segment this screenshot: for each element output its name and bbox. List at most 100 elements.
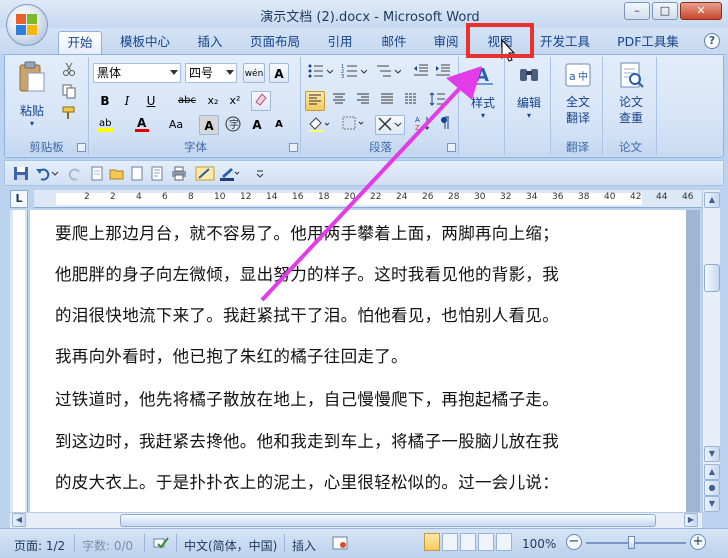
font-color-icon[interactable]: A — [131, 115, 155, 135]
clipboard-launcher[interactable] — [77, 143, 86, 152]
font-size-combo[interactable]: 四号 — [185, 63, 237, 83]
page-indicator[interactable]: 页面: 1/2 — [14, 537, 65, 554]
change-case-button[interactable]: Aa — [163, 115, 189, 135]
word-count[interactable]: 字数: 0/0 — [82, 537, 133, 554]
print-layout-view-icon[interactable] — [424, 533, 440, 551]
superscript-button[interactable]: x² — [225, 91, 245, 111]
page-icon[interactable] — [129, 166, 145, 181]
zoom-slider[interactable] — [586, 542, 686, 544]
align-left-icon[interactable] — [305, 91, 325, 111]
save-icon[interactable] — [13, 166, 29, 181]
chinese-layout-icon[interactable] — [375, 115, 405, 135]
editing-button[interactable]: 编辑 ▾ — [509, 61, 549, 131]
customize-toolbar-icon[interactable] — [255, 166, 265, 181]
line-spacing-icon[interactable] — [427, 91, 455, 111]
macro-record-icon[interactable] — [332, 535, 348, 551]
shading-icon[interactable] — [305, 115, 333, 135]
cut-icon[interactable] — [59, 61, 79, 81]
tab-references[interactable]: 引用 — [320, 31, 360, 54]
tab-insert[interactable]: 插入 — [190, 31, 230, 54]
close-button[interactable]: ✕ — [680, 2, 722, 20]
borders-icon[interactable] — [339, 115, 367, 135]
paper-check-button[interactable]: 论文 查重 — [609, 61, 653, 137]
scroll-right-icon[interactable]: ▶ — [684, 513, 698, 527]
previous-page-icon[interactable]: ▲ — [704, 464, 720, 480]
align-center-icon[interactable] — [329, 91, 349, 111]
align-right-icon[interactable] — [353, 91, 373, 111]
open-icon[interactable] — [109, 166, 125, 181]
enclose-characters-icon[interactable]: 字 — [223, 115, 243, 135]
language-indicator[interactable]: 中文(简体，中国) — [184, 537, 277, 554]
tab-home[interactable]: 开始 — [58, 31, 102, 54]
justify-icon[interactable] — [377, 91, 397, 111]
italic-button[interactable]: I — [117, 91, 137, 111]
document-page[interactable]: 要爬上那边月台，就不容易了。他用两手攀着上面，两脚再向上缩； 他肥胖的身子向左微… — [30, 210, 686, 512]
phonetic-guide-button[interactable]: wén — [243, 63, 265, 83]
new-document-icon[interactable] — [89, 166, 105, 181]
format-painter-icon[interactable] — [59, 105, 79, 125]
character-shading-button[interactable]: A — [199, 115, 219, 135]
grow-font-button[interactable]: A — [247, 115, 267, 135]
next-page-icon[interactable]: ▼ — [704, 496, 720, 512]
multilevel-list-icon[interactable] — [373, 63, 403, 83]
zoom-in-icon[interactable]: + — [690, 534, 706, 550]
tab-mailings[interactable]: 邮件 — [374, 31, 414, 54]
clear-formatting-icon[interactable] — [251, 91, 271, 111]
bold-button[interactable]: B — [95, 91, 115, 111]
undo-icon[interactable] — [35, 166, 51, 181]
sort-icon[interactable]: AZ — [413, 115, 433, 135]
tab-review[interactable]: 审阅 — [426, 31, 466, 54]
decrease-indent-icon[interactable] — [411, 63, 431, 83]
office-button[interactable] — [6, 4, 48, 46]
copy-icon[interactable] — [59, 83, 79, 103]
proofing-icon[interactable] — [152, 535, 170, 551]
vertical-scroll-thumb[interactable] — [704, 264, 720, 292]
full-screen-reading-view-icon[interactable] — [442, 533, 458, 551]
tab-template-center[interactable]: 模板中心 — [114, 31, 176, 54]
help-icon[interactable]: ? — [704, 33, 720, 49]
numbering-icon[interactable]: 123 — [339, 63, 369, 83]
zoom-out-icon[interactable]: − — [566, 534, 582, 550]
full-text-translate-button[interactable]: a中 全文 翻译 — [556, 61, 600, 137]
strikethrough-button[interactable]: abc — [175, 91, 199, 111]
tab-selector[interactable]: L — [10, 190, 28, 208]
distributed-icon[interactable] — [401, 91, 421, 111]
underline-button[interactable]: U — [141, 91, 161, 111]
show-marks-icon[interactable] — [435, 115, 455, 135]
subscript-button[interactable]: x₂ — [203, 91, 223, 111]
font-launcher[interactable] — [289, 143, 298, 152]
select-browse-object-icon[interactable]: ● — [704, 480, 720, 496]
outline-view-icon[interactable] — [478, 533, 494, 551]
draft-view-icon[interactable] — [496, 533, 512, 551]
zoom-slider-thumb[interactable] — [628, 536, 635, 549]
scroll-up-icon[interactable]: ▲ — [704, 192, 720, 208]
draw-table-icon[interactable] — [195, 166, 215, 181]
increase-indent-icon[interactable] — [433, 63, 453, 83]
character-border-button[interactable]: A — [269, 63, 289, 83]
paste-button[interactable]: 粘贴 ▾ — [13, 61, 51, 137]
scroll-left-icon[interactable]: ◀ — [12, 513, 26, 527]
tab-pdf-tools[interactable]: PDF工具集 — [612, 31, 684, 54]
undo-dropdown-icon[interactable] — [51, 166, 59, 181]
vertical-scrollbar[interactable]: ▲ ▼ ▲ ● ▼ — [702, 190, 720, 512]
scroll-down-icon[interactable]: ▼ — [704, 446, 720, 462]
pen-color-icon[interactable] — [219, 166, 241, 181]
web-layout-view-icon[interactable] — [460, 533, 476, 551]
insert-mode-indicator[interactable]: 插入 — [292, 537, 316, 554]
shrink-font-button[interactable]: A — [269, 115, 289, 135]
font-name-combo[interactable]: 黑体 — [93, 63, 181, 83]
tab-page-layout[interactable]: 页面布局 — [244, 31, 306, 54]
horizontal-scrollbar[interactable]: ◀ ▶ — [10, 512, 702, 528]
maximize-button[interactable]: □ — [652, 2, 678, 20]
horizontal-scroll-thumb[interactable] — [120, 514, 656, 527]
redo-icon[interactable] — [67, 166, 83, 181]
vertical-ruler[interactable] — [10, 210, 28, 512]
minimize-button[interactable]: – — [624, 2, 650, 20]
print-icon[interactable] — [171, 166, 187, 181]
tab-developer[interactable]: 开发工具 — [534, 31, 596, 54]
highlight-color-icon[interactable]: ab — [95, 115, 121, 135]
zoom-level[interactable]: 100% — [522, 537, 556, 551]
horizontal-ruler[interactable]: 2 2 4 6 8 10 12 14 16 18 20 22 24 26 28 30 32 34 36 38 40 42 4… — [34, 190, 719, 208]
document-icon[interactable] — [149, 166, 165, 181]
bullets-icon[interactable] — [305, 63, 335, 83]
